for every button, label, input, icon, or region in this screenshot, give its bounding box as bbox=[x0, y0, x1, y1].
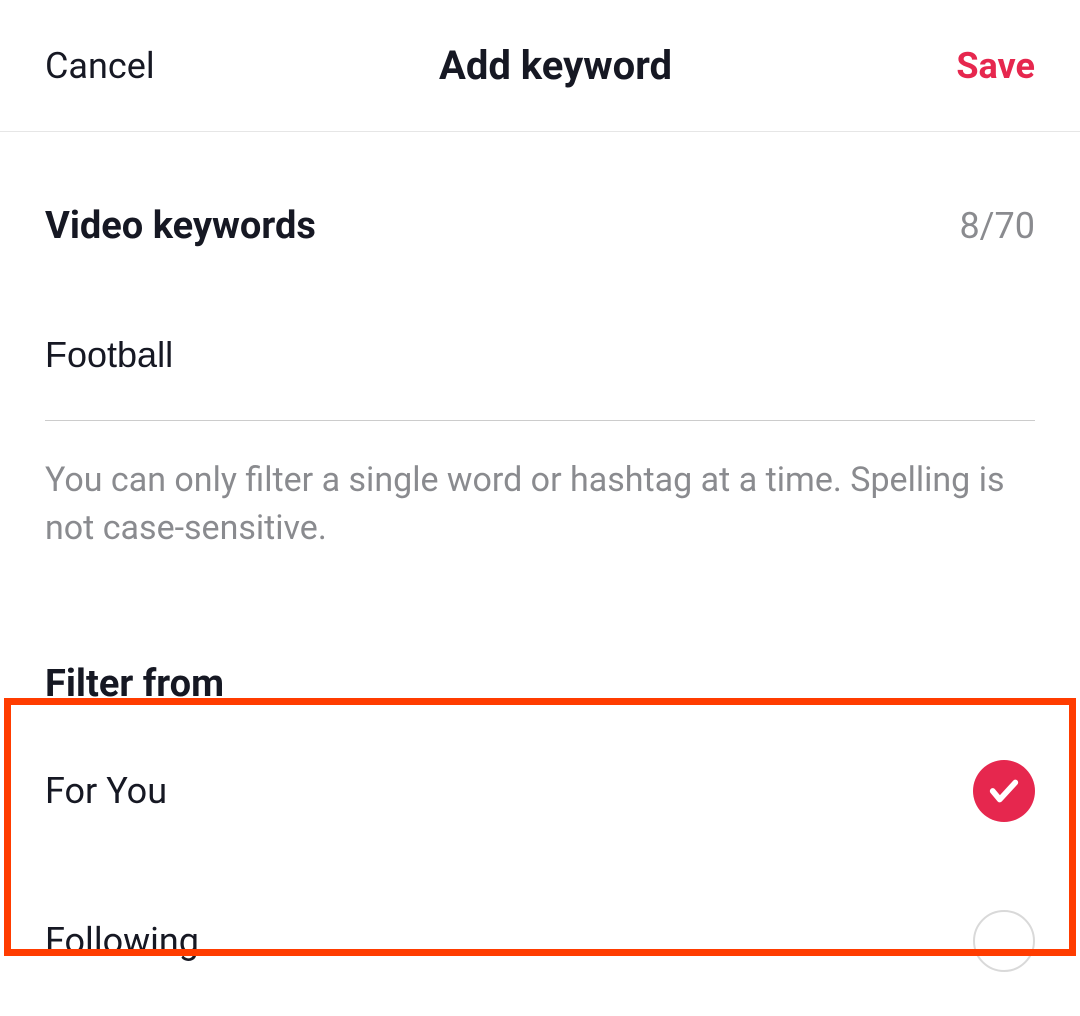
page-title: Add keyword bbox=[439, 42, 672, 89]
filter-option-label: For You bbox=[45, 770, 167, 812]
keyword-input-container bbox=[45, 334, 1035, 421]
cancel-button[interactable]: Cancel bbox=[45, 45, 155, 87]
unchecked-circle-icon bbox=[973, 910, 1035, 972]
keyword-input[interactable] bbox=[45, 334, 1035, 376]
keywords-counter: 8/70 bbox=[959, 205, 1035, 247]
checkmark-icon bbox=[973, 760, 1035, 822]
filter-option-for-you[interactable]: For You bbox=[45, 716, 1035, 866]
keywords-label: Video keywords bbox=[45, 204, 316, 248]
save-button[interactable]: Save bbox=[956, 45, 1035, 87]
filter-option-following[interactable]: Following bbox=[45, 866, 1035, 1016]
keywords-header-row: Video keywords 8/70 bbox=[45, 204, 1035, 248]
content: Video keywords 8/70 You can only filter … bbox=[0, 204, 1080, 1016]
keywords-help-text: You can only filter a single word or has… bbox=[45, 457, 1035, 552]
filter-from-label: Filter from bbox=[45, 662, 1035, 706]
filter-option-label: Following bbox=[45, 920, 199, 962]
header: Cancel Add keyword Save bbox=[0, 0, 1080, 132]
